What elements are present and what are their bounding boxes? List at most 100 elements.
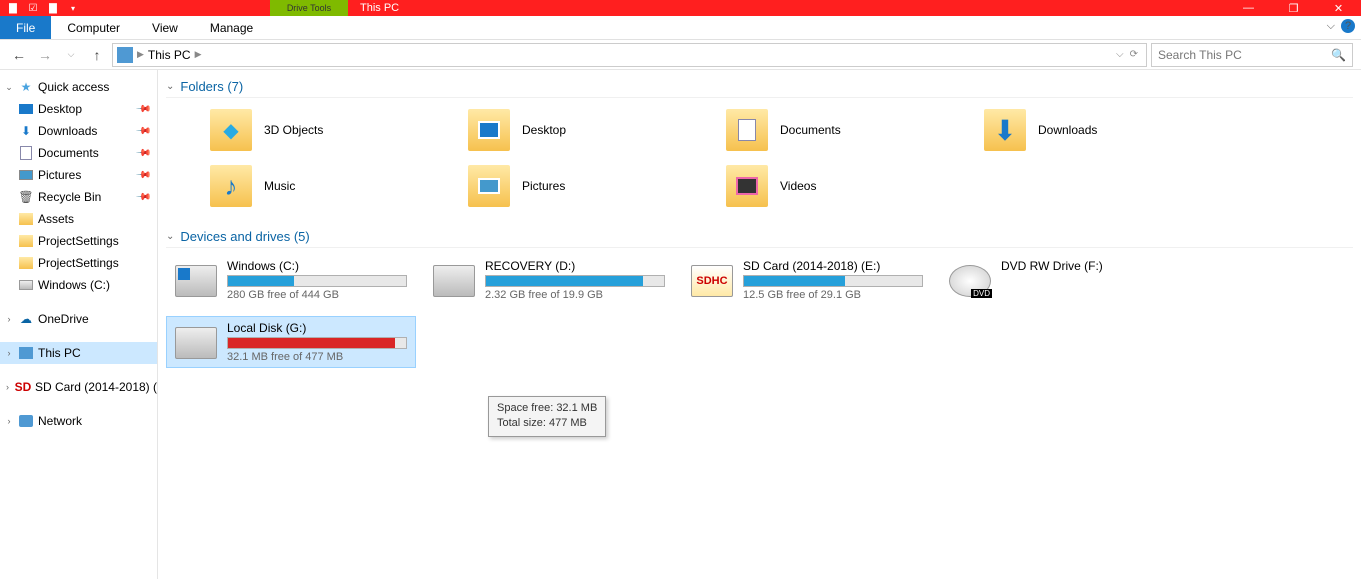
drive-recovery-d[interactable]: RECOVERY (D:) 2.32 GB free of 19.9 GB (424, 254, 674, 306)
pc-icon (19, 347, 33, 359)
folder-pictures[interactable]: Pictures (464, 160, 714, 212)
breadcrumb-item[interactable]: This PC (148, 48, 191, 62)
nav-label: Assets (38, 212, 74, 226)
document-icon (738, 119, 756, 141)
folder-label: Pictures (522, 179, 565, 193)
close-button[interactable]: ✕ (1316, 0, 1361, 16)
chevron-down-icon[interactable]: ⌄ (166, 81, 174, 92)
drive-free-text: 32.1 MB free of 477 MB (227, 351, 407, 363)
chevron-right-icon[interactable]: ▶ (137, 49, 144, 60)
folder-music[interactable]: ♪ Music (206, 160, 456, 212)
maximize-button[interactable]: ❐ (1271, 0, 1316, 16)
nav-label: Desktop (38, 102, 82, 116)
download-icon: ⬇ (993, 114, 1016, 147)
chevron-right-icon[interactable]: ▶ (195, 49, 202, 60)
qat-checkbox-icon[interactable]: ☑ (24, 1, 42, 15)
drive-label: Windows (C:) (227, 259, 407, 273)
ribbon-expand-icon[interactable]: ⌵ (1327, 20, 1335, 33)
nav-quick-access[interactable]: ⌄ ★ Quick access (0, 76, 157, 98)
search-icon[interactable]: 🔍 (1331, 48, 1346, 62)
breadcrumb-history-icon[interactable]: ⌵ (1116, 49, 1124, 60)
folder-label: 3D Objects (264, 123, 323, 137)
nav-qa-desktop[interactable]: Desktop 📌 (0, 98, 157, 120)
document-icon (20, 146, 32, 160)
chevron-right-icon[interactable]: › (4, 416, 14, 426)
group-label: Devices and drives (5) (180, 229, 309, 244)
folder-3d-objects[interactable]: ◆ 3D Objects (206, 104, 456, 156)
folder-icon: ⬇ (984, 109, 1026, 151)
qat-folder-icon[interactable]: ▇ (44, 1, 62, 15)
breadcrumb-bar[interactable]: ▶ This PC ▶ ⌵ ⟳ (112, 43, 1147, 67)
refresh-icon[interactable]: ⟳ (1130, 49, 1138, 60)
drive-label: DVD RW Drive (F:) (1001, 259, 1181, 273)
nav-qa-documents[interactable]: Documents 📌 (0, 142, 157, 164)
nav-up-button[interactable]: ↑ (86, 44, 108, 66)
nav-label: ProjectSettings (38, 234, 119, 248)
nav-qa-windows-c[interactable]: Windows (C:) (0, 274, 157, 296)
drive-windows-c[interactable]: Windows (C:) 280 GB free of 444 GB (166, 254, 416, 306)
tab-file[interactable]: File (0, 16, 51, 39)
drive-sd-card-e[interactable]: SDHC SD Card (2014-2018) (E:) 12.5 GB fr… (682, 254, 932, 306)
nav-qa-projectsettings-1[interactable]: ProjectSettings (0, 230, 157, 252)
folder-videos[interactable]: Videos (722, 160, 972, 212)
nav-qa-projectsettings-2[interactable]: ProjectSettings (0, 252, 157, 274)
nav-forward-button[interactable]: → (34, 44, 56, 66)
nav-label: Quick access (38, 80, 109, 94)
nav-onedrive[interactable]: › ☁ OneDrive (0, 308, 157, 330)
pin-icon: 📌 (134, 167, 151, 184)
minimize-button[interactable]: — (1226, 0, 1271, 16)
group-header-devices[interactable]: ⌄ Devices and drives (5) (166, 226, 1353, 248)
chevron-down-icon[interactable]: ⌄ (166, 231, 174, 242)
chevron-right-icon[interactable]: › (4, 314, 14, 324)
drive-usage-bar (743, 275, 923, 287)
group-header-folders[interactable]: ⌄ Folders (7) (166, 76, 1353, 98)
chevron-right-icon[interactable]: › (4, 348, 14, 358)
folder-documents[interactable]: Documents (722, 104, 972, 156)
drive-free-text: 2.32 GB free of 19.9 GB (485, 289, 665, 301)
nav-network[interactable]: › Network (0, 410, 157, 432)
folder-icon (468, 165, 510, 207)
tooltip-line: Space free: 32.1 MB (497, 401, 597, 416)
folder-icon: ♪ (210, 165, 252, 207)
nav-sd-card[interactable]: › SD SD Card (2014-2018) ( (0, 376, 157, 398)
chevron-right-icon[interactable]: › (4, 382, 11, 392)
chevron-down-icon[interactable]: ⌄ (4, 82, 14, 93)
search-placeholder: Search This PC (1158, 48, 1242, 62)
folder-downloads[interactable]: ⬇ Downloads (980, 104, 1230, 156)
sd-card-icon: SDHC (691, 265, 733, 297)
tooltip-line: Total size: 477 MB (497, 416, 597, 431)
drive-usage-bar (227, 275, 407, 287)
nav-this-pc[interactable]: › This PC (0, 342, 157, 364)
nav-qa-downloads[interactable]: ⬇ Downloads 📌 (0, 120, 157, 142)
nav-qa-pictures[interactable]: Pictures 📌 (0, 164, 157, 186)
quick-access-toolbar: ▇ ☑ ▇ ▾ (0, 0, 82, 16)
tab-manage[interactable]: Manage (194, 16, 269, 39)
cloud-icon: ☁ (18, 311, 34, 327)
network-icon (19, 415, 33, 427)
pin-icon: 📌 (134, 123, 151, 140)
nav-label: This PC (38, 346, 81, 360)
nav-label: ProjectSettings (38, 256, 119, 270)
nav-label: Pictures (38, 168, 81, 182)
nav-qa-assets[interactable]: Assets (0, 208, 157, 230)
desktop-icon (19, 104, 33, 114)
nav-qa-recycle[interactable]: 🗑 Recycle Bin 📌 (0, 186, 157, 208)
drive-local-disk-g[interactable]: Local Disk (G:) 32.1 MB free of 477 MB (166, 316, 416, 368)
folder-icon (19, 257, 33, 269)
ribbon-tabs: File Computer View Manage ⌵ ? (0, 16, 1361, 40)
nav-label: Downloads (38, 124, 97, 138)
drive-icon (19, 280, 33, 290)
drive-label: RECOVERY (D:) (485, 259, 665, 273)
drive-usage-bar (485, 275, 665, 287)
nav-label: Recycle Bin (38, 190, 101, 204)
folder-desktop[interactable]: Desktop (464, 104, 714, 156)
drive-dvd-f[interactable]: DVD DVD RW Drive (F:) (940, 254, 1190, 306)
nav-back-button[interactable]: ← (8, 44, 30, 66)
search-input[interactable]: Search This PC 🔍 (1151, 43, 1353, 67)
tab-computer[interactable]: Computer (51, 16, 136, 39)
pin-icon: 📌 (134, 145, 151, 162)
help-icon[interactable]: ? (1341, 19, 1355, 33)
nav-recent-dropdown[interactable]: ⌵ (60, 44, 82, 66)
tab-view[interactable]: View (136, 16, 194, 39)
qat-dropdown-icon[interactable]: ▾ (64, 1, 82, 15)
